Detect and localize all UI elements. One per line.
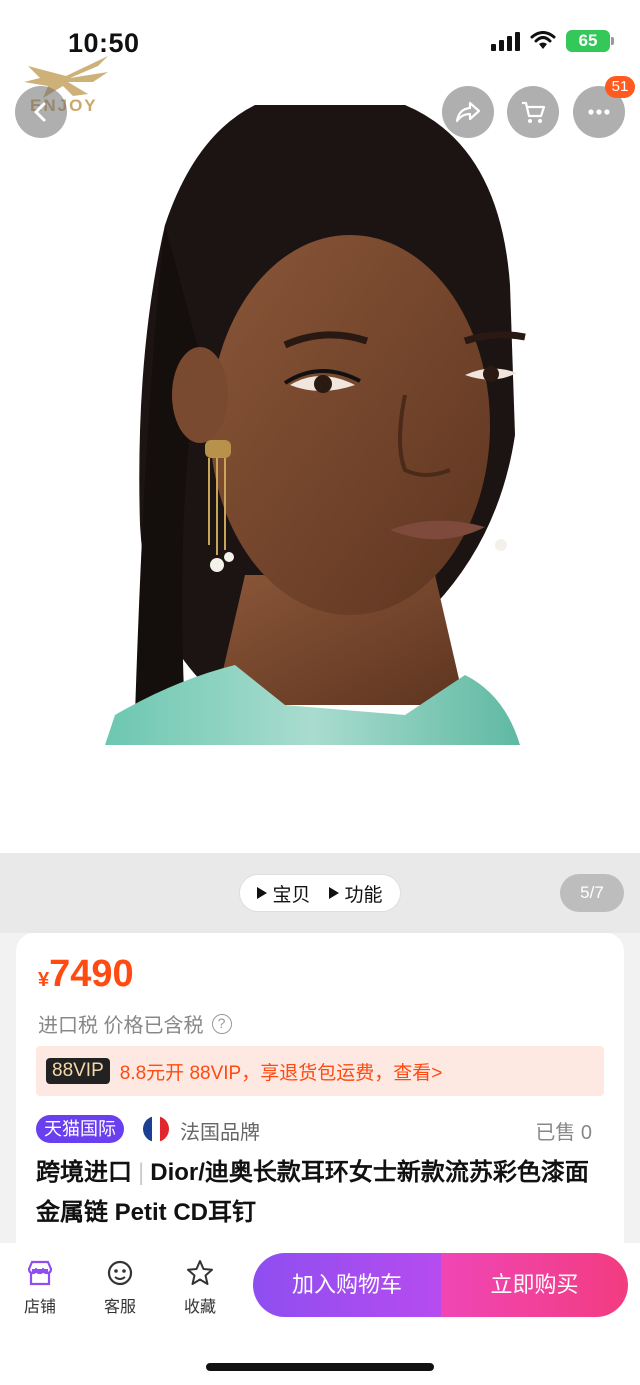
signal-icon [491,31,520,51]
vip-promo-bar[interactable]: 88VIP 8.8元开 88VIP，享退货包运费，查看> [36,1046,604,1096]
share-icon [455,101,481,123]
tax-note: 进口税 价格已含税 ? [38,1009,232,1038]
customer-service-icon [107,1260,133,1286]
title-prefix: 跨境进口 [36,1159,132,1186]
title-separator: | [138,1159,145,1186]
favorite-button[interactable]: 收藏 [170,1257,230,1317]
store-button[interactable]: 店铺 [10,1257,70,1317]
play-icon [329,887,340,899]
add-to-cart-button[interactable]: 加入购物车 [253,1253,441,1317]
tab-function-label: 功能 [344,884,383,906]
cart-button[interactable] [507,86,559,138]
more-button[interactable]: 51 [573,76,635,138]
cart-icon [522,101,546,123]
more-icon [588,109,610,115]
price: ¥7490 [38,953,134,996]
price-currency: ¥ [38,969,50,991]
star-icon [187,1260,213,1285]
home-indicator[interactable] [206,1363,434,1371]
status-icons: 65 [491,30,614,52]
store-label: 店铺 [23,1299,56,1316]
store-tag: 天猫国际 [36,1115,124,1143]
message-badge: 51 [605,76,635,98]
price-value: 7490 [49,953,134,995]
product-photo[interactable] [105,105,535,745]
vip-tag: 88VIP [46,1058,110,1084]
play-icon [257,887,268,899]
image-counter: 5/7 [560,874,624,912]
tab-function-video[interactable]: 功能 [329,880,383,907]
status-time: 10:50 [68,28,140,58]
france-flag-icon [143,1116,169,1142]
buy-now-button[interactable]: 立即购买 [441,1253,628,1317]
brand-origin: 法国品牌 [180,1122,260,1144]
service-button[interactable]: 客服 [90,1257,150,1317]
share-button[interactable] [442,86,494,138]
product-title: 跨境进口 | Dior/迪奥长款耳环女士新款流苏彩色漆面金属链 Petit CD耳钉 [36,1153,612,1233]
vip-promo-text: 8.8元开 88VIP，享退货包运费，查看> [119,1062,443,1084]
sold-count: 已售 0 [535,1122,592,1144]
battery-icon: 65 [566,30,614,52]
store-icon [27,1260,53,1286]
help-icon[interactable]: ? [211,1013,232,1034]
tax-note-text: 进口税 价格已含税 [38,1015,204,1037]
service-label: 客服 [103,1299,136,1316]
product-gallery[interactable]: ENJOY 10:50 65 51 [0,0,640,933]
chevron-left-icon [34,102,46,122]
back-button[interactable] [15,86,67,138]
product-page: ENJOY 10:50 65 51 [0,0,640,1385]
favorite-label: 收藏 [183,1299,216,1316]
tab-item-video[interactable]: 宝贝 [257,880,311,907]
tab-item-label: 宝贝 [272,884,311,906]
product-info-card: ¥7490 进口税 价格已含税 ? 88VIP 8.8元开 88VIP，享退货包… [16,933,624,1243]
media-tabs: 宝贝 功能 [239,874,401,912]
wifi-icon [530,31,556,49]
